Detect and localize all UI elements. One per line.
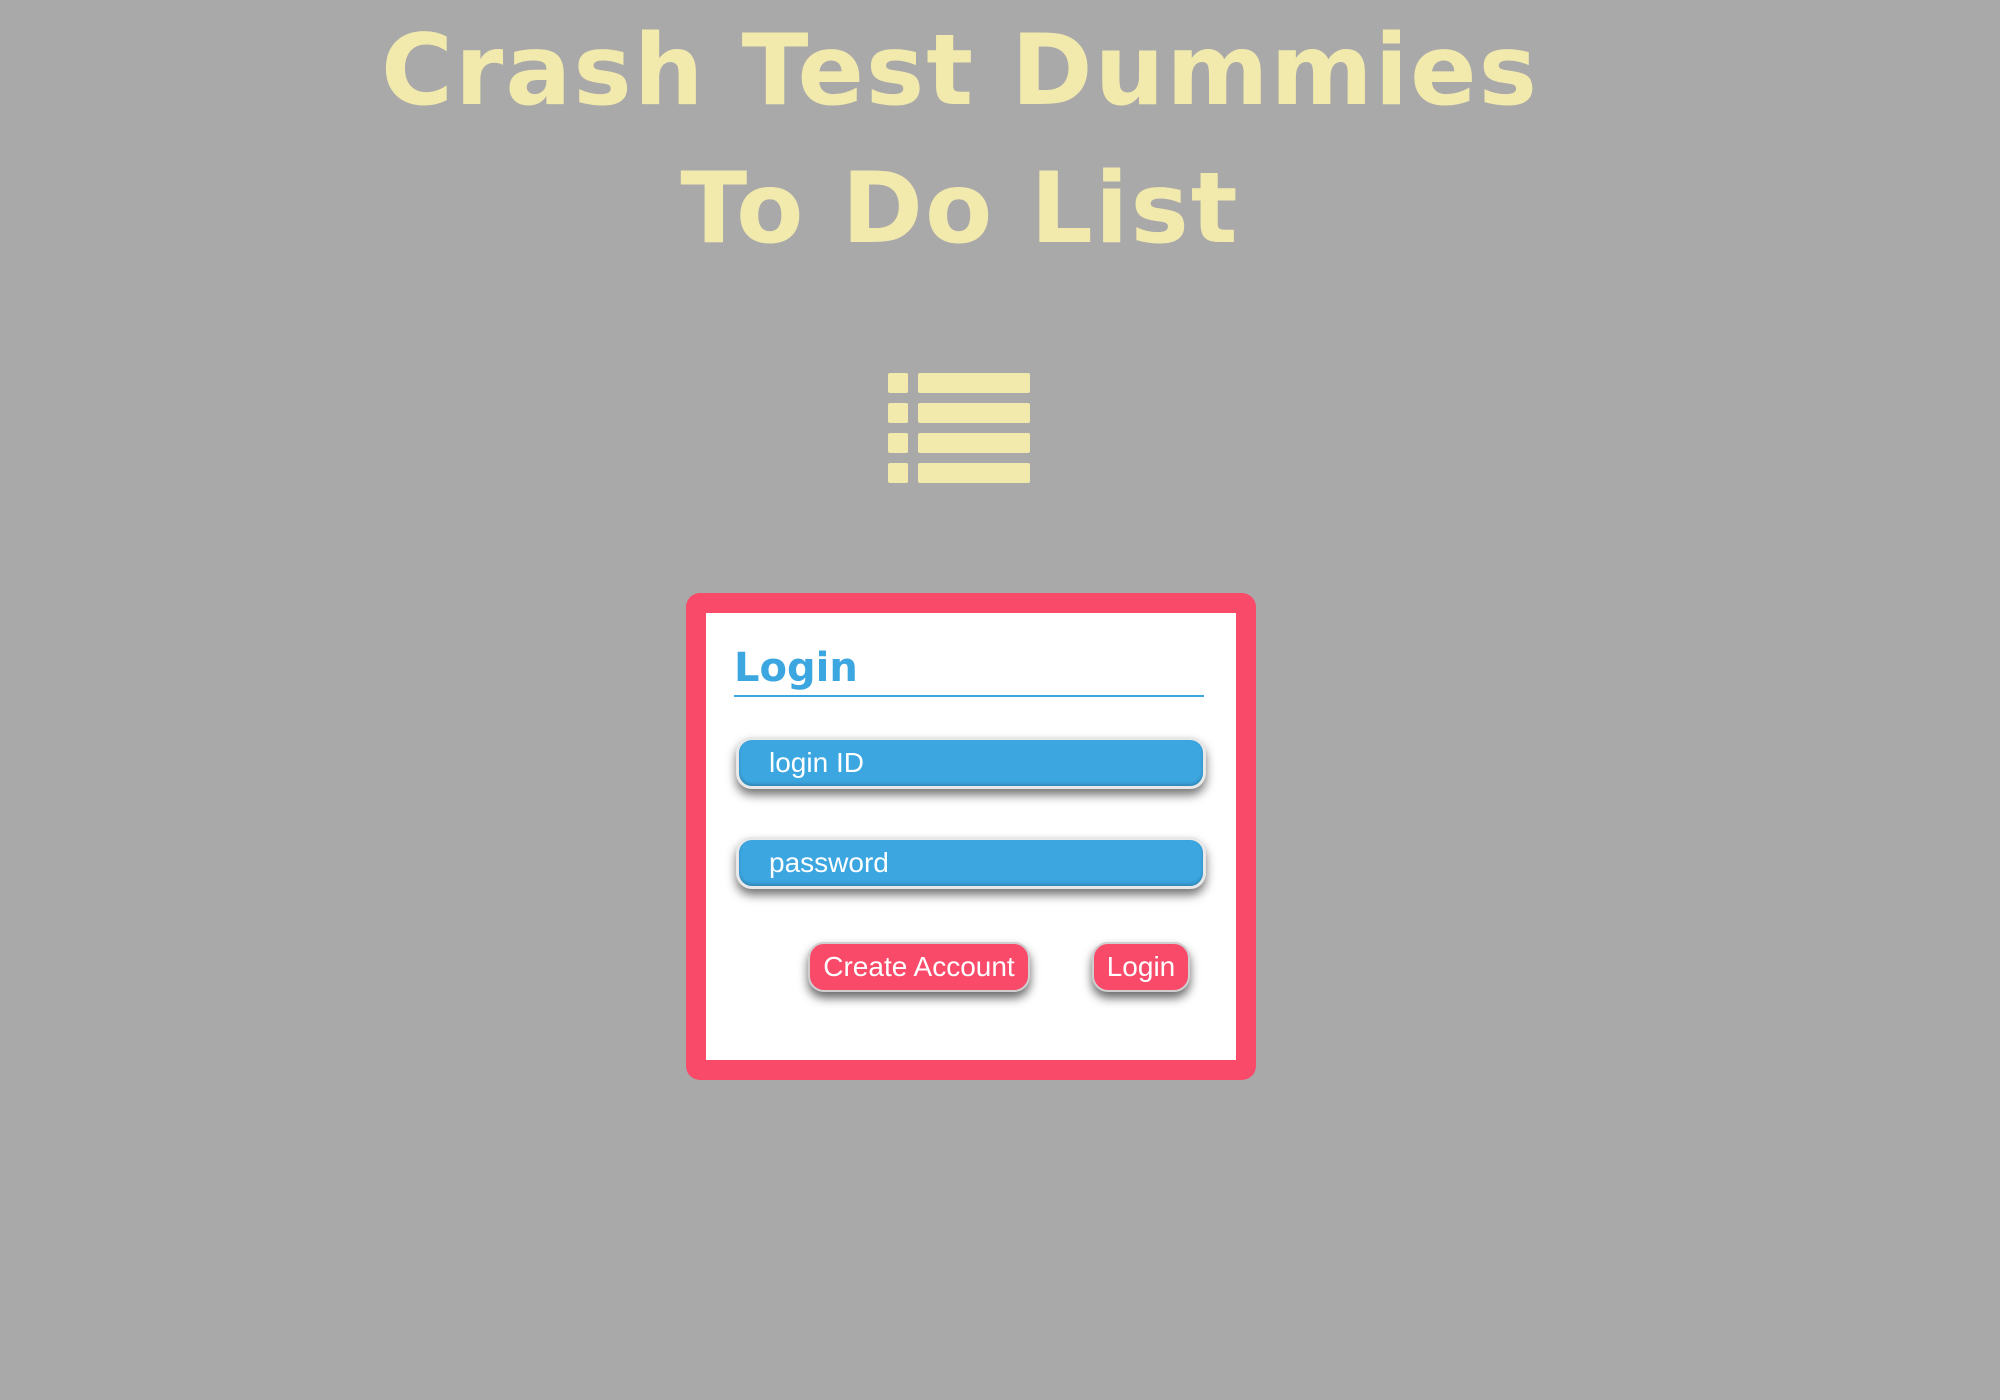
login-heading: Login: [734, 641, 1204, 697]
create-account-button[interactable]: Create Account: [808, 942, 1030, 992]
login-card: Login Create Account Login: [686, 593, 1256, 1080]
list-icon: [888, 373, 1030, 483]
login-button[interactable]: Login: [1092, 942, 1190, 992]
password-input[interactable]: [736, 837, 1206, 889]
login-id-input[interactable]: [736, 737, 1206, 789]
app-title: Crash Test Dummies: [381, 14, 1539, 128]
app-subtitle: To Do List: [680, 152, 1240, 266]
